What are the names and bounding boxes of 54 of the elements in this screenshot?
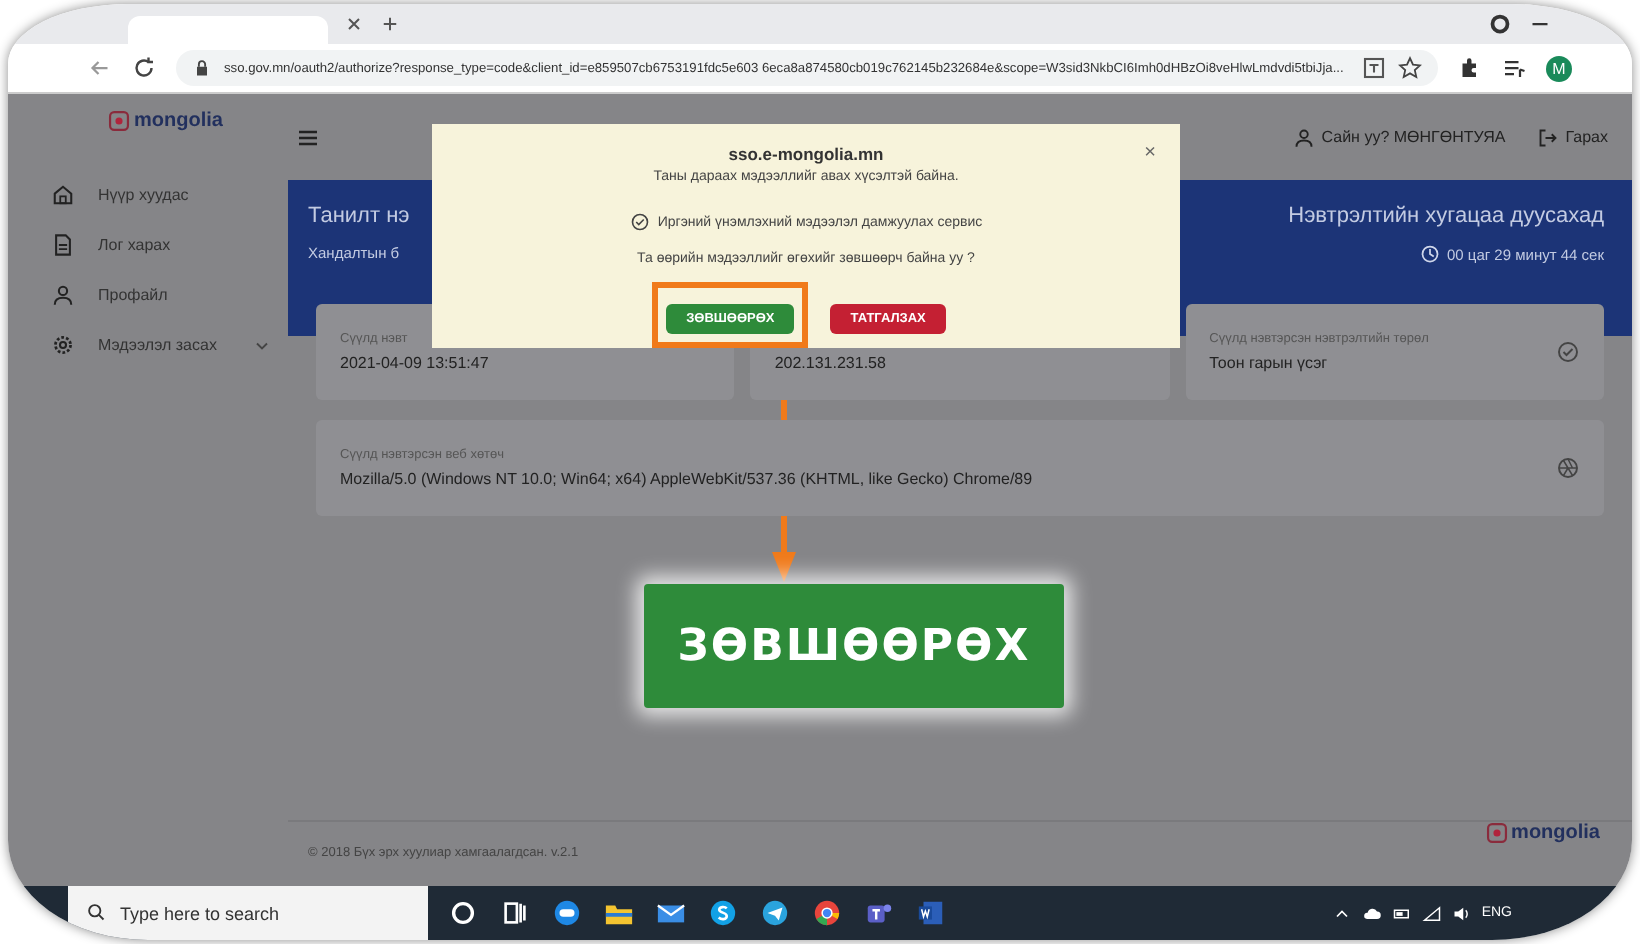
search-icon [86, 902, 106, 922]
greeting-link[interactable]: Сайн уу? МӨНГӨНТУЯА [1293, 127, 1506, 147]
menu-icon[interactable] [296, 125, 320, 149]
card-value: 2021-04-09 13:51:47 [340, 354, 489, 372]
puzzle-icon[interactable] [1458, 56, 1482, 80]
logo-text: mongolia [1511, 822, 1600, 844]
footer-logo[interactable]: mongolia [1485, 822, 1600, 844]
check-circle-icon [1555, 340, 1580, 364]
telegram-icon[interactable] [760, 898, 790, 928]
chat-app-icon[interactable] [552, 898, 582, 928]
sidebar-item[interactable]: Нүүр хуудас [44, 180, 280, 210]
sidebar-item[interactable]: Лог харах [44, 230, 280, 260]
close-button[interactable]: × [1144, 142, 1156, 164]
allow-button-enlarged[interactable]: ЗӨВШӨӨРӨХ [644, 584, 1064, 708]
sidebar-item[interactable]: Профайл [44, 280, 280, 310]
skype-icon[interactable] [708, 898, 738, 928]
translate-icon[interactable] [1362, 56, 1386, 80]
clock-icon [1420, 244, 1441, 264]
playlist-icon[interactable] [1502, 56, 1526, 80]
home-icon [52, 184, 74, 206]
user-icon [52, 284, 74, 306]
word-icon[interactable] [916, 898, 946, 928]
user-icon [1293, 127, 1314, 147]
logout-icon [1537, 127, 1558, 147]
dialog-title: sso.e-mongolia.mn [728, 144, 884, 164]
profile-avatar[interactable]: M [1546, 55, 1572, 81]
card-value: Mozilla/5.0 (Windows NT 10.0; Win64; x64) AppleWebKit/537.36 (KHTML, like Gecko) Chrome/89 [340, 470, 1033, 488]
star-icon[interactable] [1398, 56, 1422, 80]
cloud-icon[interactable] [1361, 903, 1382, 923]
sidebar-item[interactable]: Мэдээлэл засах [44, 330, 280, 360]
document-icon [52, 234, 74, 256]
task-view-icon[interactable] [500, 898, 530, 928]
taskbar-search-field[interactable]: Type here to search [68, 886, 428, 940]
e-logo-icon [1485, 822, 1508, 844]
close-icon[interactable] [344, 14, 364, 34]
card-value: Тоон гарын үсэг [1209, 354, 1330, 372]
gear-icon [52, 334, 74, 356]
volume-icon[interactable] [1451, 903, 1472, 923]
plus-icon[interactable] [380, 14, 400, 34]
chrome-icon[interactable] [812, 898, 842, 928]
reload-icon[interactable] [132, 56, 156, 80]
e-logo-icon [108, 110, 130, 132]
lock-icon [192, 58, 212, 78]
check-circle-icon [629, 212, 650, 232]
aperture-icon [1556, 456, 1580, 480]
logout-link[interactable]: Гарах [1537, 127, 1608, 147]
cortana-icon[interactable] [448, 898, 478, 928]
card-value: 202.131.231.58 [774, 354, 886, 372]
logo[interactable]: mongolia [108, 110, 223, 132]
back-icon[interactable] [88, 56, 112, 80]
expiry-title: Нэвтрэлтийн хугацаа дуусахад [1288, 204, 1604, 228]
banner-title: Танилт нэ [308, 204, 410, 228]
logo-text: mongolia [134, 110, 223, 132]
record-icon[interactable] [1488, 12, 1512, 36]
